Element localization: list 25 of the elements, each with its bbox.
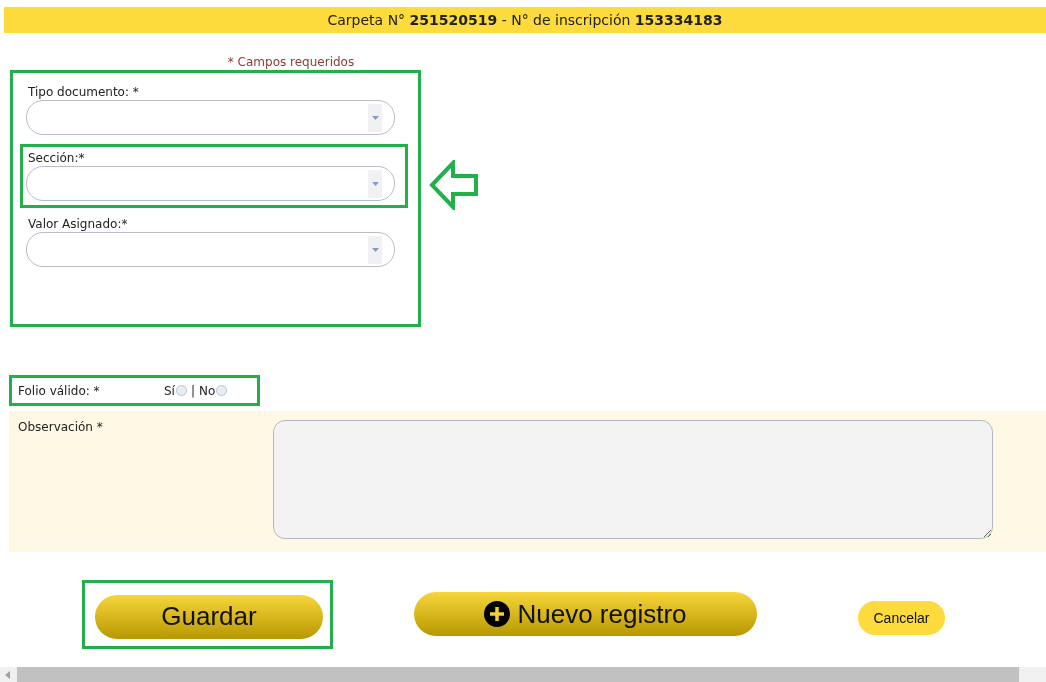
separator-text: |	[190, 383, 195, 398]
new-record-button[interactable]: Nuevo registro	[414, 592, 757, 636]
dropdown-field[interactable]	[26, 166, 395, 201]
field-label: Tipo documento: *	[28, 84, 140, 100]
header-title: Carpeta N° 251520519 - N° de inscripción 153334183	[327, 12, 723, 28]
save-button[interactable]: Guardar	[95, 594, 323, 639]
option-label: Sí	[164, 383, 175, 398]
dropdown-field[interactable]	[26, 232, 395, 267]
observation-field[interactable]	[273, 420, 993, 539]
left-arrow-icon	[429, 160, 479, 210]
dropdown-arrow-icon	[371, 115, 379, 120]
scroll-left-icon[interactable]	[5, 670, 11, 679]
field-label: Observación *	[18, 420, 104, 436]
radio-button[interactable]	[216, 385, 228, 396]
cancel-button[interactable]: Cancelar	[858, 601, 945, 635]
field-label: Folio válido: *	[18, 383, 101, 398]
option-label: No	[199, 383, 216, 398]
dropdown-field[interactable]	[26, 100, 395, 135]
plus-icon	[484, 601, 511, 627]
radio-button[interactable]	[175, 385, 187, 396]
dropdown-arrow-icon	[371, 247, 379, 252]
field-label: Valor Asignado:*	[28, 216, 129, 232]
field-label: Sección:*	[28, 150, 86, 166]
dropdown-arrow-icon	[371, 181, 379, 186]
required-note: * Campos requeridos	[226, 55, 356, 70]
